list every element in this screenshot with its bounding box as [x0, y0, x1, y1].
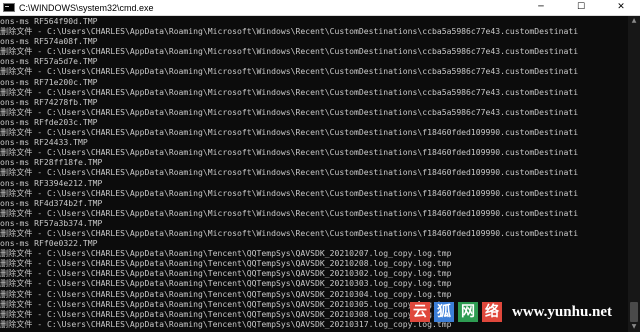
console-line: ons-ms RF564f90d.TMP [0, 16, 98, 26]
vertical-scrollbar[interactable]: ▲ ▼ [628, 16, 640, 332]
console-line: 删除文件 - C:\Users\CHARLES\AppData\Roaming\… [0, 106, 579, 117]
watermark-char: 狐 [434, 302, 454, 322]
console-line: ons-ms RF57a5d7e.TMP [0, 56, 98, 67]
console-line: 删除文件 - C:\Users\CHARLES\AppData\Roaming\… [0, 66, 579, 77]
console-line: ons-ms RF24433.TMP [0, 137, 88, 148]
console-line: 删除文件 - C:\Users\CHARLES\AppData\Roaming\… [0, 248, 452, 259]
console-line: 删除文件 - C:\Users\CHARLES\AppData\Roaming\… [0, 268, 452, 279]
cmd-window: C:\WINDOWS\system32\cmd.exe ─ ☐ ✕ ons-ms… [0, 0, 640, 332]
console-line: 删除文件 - C:\Users\CHARLES\AppData\Roaming\… [0, 46, 579, 57]
console-line: ons-ms RF3394e212.TMP [0, 177, 103, 188]
console-line: 删除文件 - C:\Users\CHARLES\AppData\Roaming\… [0, 207, 579, 218]
console-line: 删除文件 - C:\Users\CHARLES\AppData\Roaming\… [0, 86, 579, 97]
watermark-char: 云 [410, 302, 430, 322]
window-title: C:\WINDOWS\system32\cmd.exe [19, 3, 154, 13]
minimize-button[interactable]: ─ [526, 0, 556, 15]
console-line: ons-ms RFf0e0322.TMP [0, 238, 98, 249]
console-line: 删除文件 - C:\Users\CHARLES\AppData\Roaming\… [0, 26, 579, 37]
console-line: 删除文件 - C:\Users\CHARLES\AppData\Roaming\… [0, 258, 452, 269]
watermark-char: 络 [482, 302, 502, 322]
console-line: ons-ms RFfde203c.TMP [0, 116, 98, 127]
console-line: ons-ms RF71e200c.TMP [0, 76, 98, 87]
console-line: 删除文件 - C:\Users\CHARLES\AppData\Roaming\… [0, 127, 579, 138]
site-watermark: 云 狐 网 络 www.yunhu.net [408, 300, 634, 326]
watermark-char: 网 [458, 302, 478, 322]
close-button[interactable]: ✕ [606, 0, 636, 15]
console-line: ons-ms RF28ff18fe.TMP [0, 157, 103, 168]
console-line: ons-ms RF57a3b374.TMP [0, 217, 103, 228]
watermark-site: www.yunhu.net [512, 304, 613, 320]
console-line: 删除文件 - C:\Users\CHARLES\AppData\Roaming\… [0, 278, 452, 289]
title-bar[interactable]: C:\WINDOWS\system32\cmd.exe ─ ☐ ✕ [0, 0, 640, 16]
scroll-up-arrow-icon[interactable]: ▲ [628, 16, 640, 26]
console-line: 删除文件 - C:\Users\CHARLES\AppData\Roaming\… [0, 147, 579, 158]
console-output[interactable]: ons-ms RF564f90d.TMP 删除文件 - C:\Users\CHAR… [0, 16, 628, 332]
console-line: 删除文件 - C:\Users\CHARLES\AppData\Roaming\… [0, 187, 579, 198]
console-line: ons-ms RF74278fb.TMP [0, 96, 98, 107]
console-line: ons-ms RF574a08f.TMP [0, 36, 98, 47]
console-line: ons-ms RF4d374b2f.TMP [0, 197, 103, 208]
console-line: 删除文件 - C:\Users\CHARLES\AppData\Roaming\… [0, 288, 452, 299]
maximize-button[interactable]: ☐ [566, 0, 596, 15]
cmd-app-icon [3, 3, 15, 12]
console-line: 删除文件 - C:\Users\CHARLES\AppData\Roaming\… [0, 227, 579, 238]
console-line: 删除文件 - C:\Users\CHARLES\AppData\Roaming\… [0, 167, 579, 178]
